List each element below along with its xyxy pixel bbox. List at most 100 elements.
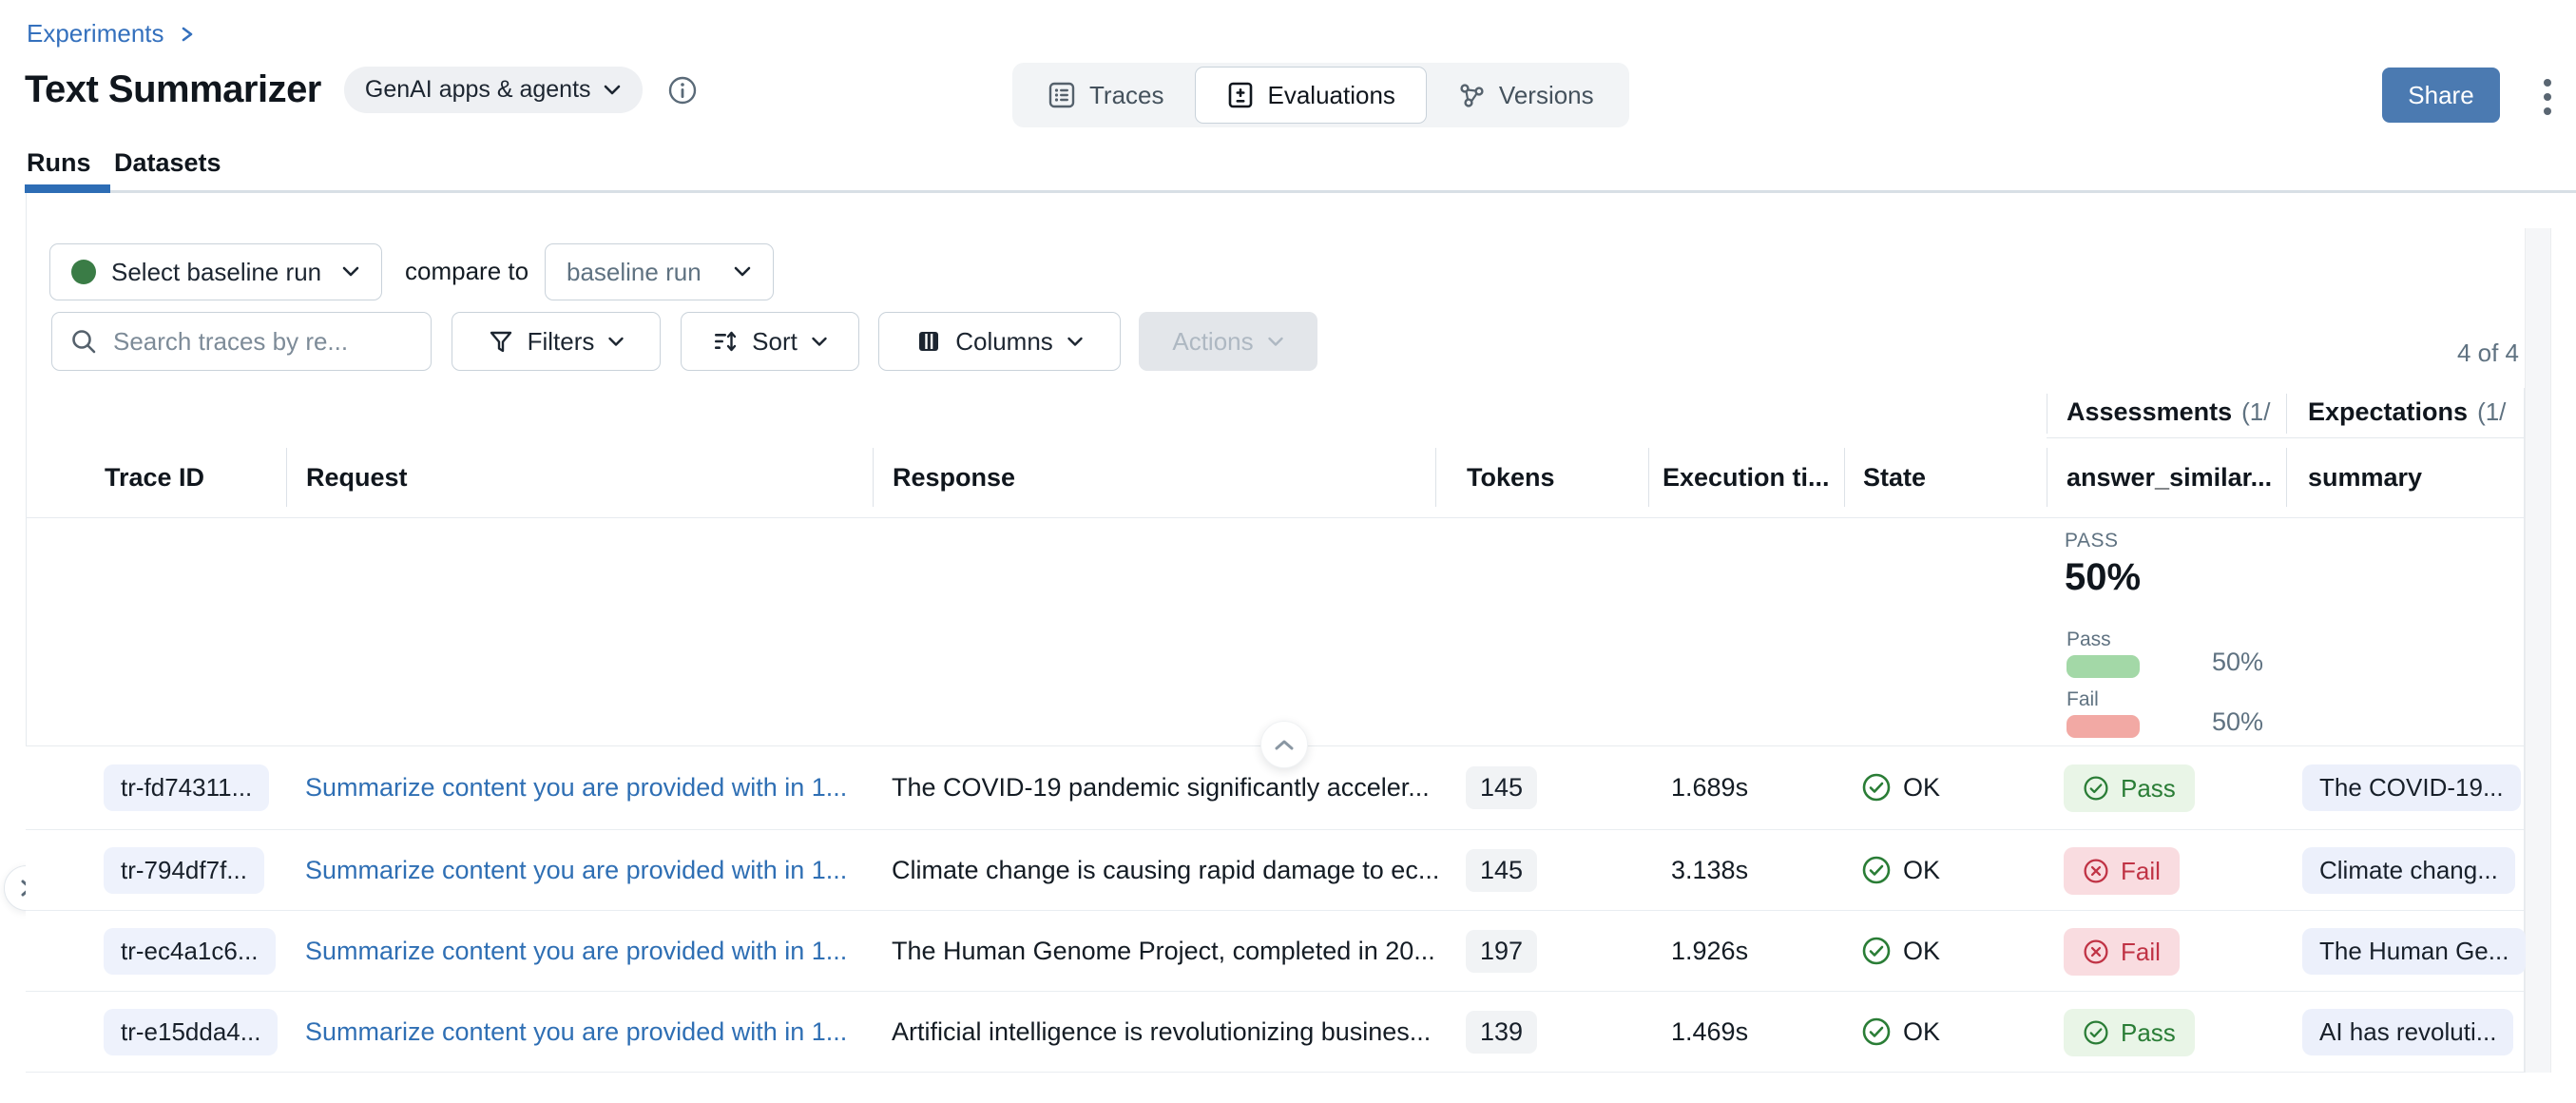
column-divider[interactable] (1844, 448, 1845, 507)
request-link[interactable]: Summarize content you are provided with … (305, 773, 847, 803)
tab-datasets[interactable]: Datasets (114, 148, 221, 178)
search-input[interactable] (111, 326, 413, 358)
pass-percentage: 50% (2212, 648, 2263, 677)
tokens-value: 197 (1466, 930, 1537, 973)
response-text: Climate change is causing rapid damage t… (892, 856, 1439, 885)
share-button[interactable]: Share (2382, 68, 2500, 123)
baseline-run-dropdown[interactable]: Select baseline run (49, 243, 382, 300)
pass-legend-label: Pass (2067, 629, 2111, 651)
state-cell: OK (1861, 936, 1940, 966)
table-header-row: Trace ID Request Response Tokens Executi… (26, 438, 2524, 518)
fail-legend-label: Fail (2067, 688, 2099, 711)
assessment-badge: Pass (2064, 1009, 2195, 1056)
aggregate-metric-value: 50% (2065, 556, 2141, 599)
col-header-execution-time[interactable]: Execution ti... (1663, 463, 1830, 493)
col-header-trace-id[interactable]: Trace ID (105, 463, 204, 493)
trace-id-link[interactable]: tr-ec4a1c6... (104, 928, 276, 975)
tokens-value: 145 (1466, 766, 1537, 809)
evaluations-label: Evaluations (1268, 81, 1395, 110)
compare-target-dropdown[interactable]: baseline run (545, 243, 774, 300)
request-link[interactable]: Summarize content you are provided with … (305, 937, 847, 966)
evaluations-icon (1226, 81, 1255, 109)
summary-value: The Human Ge... (2302, 928, 2526, 975)
x-circle-icon (2083, 858, 2109, 884)
chevron-down-icon (341, 265, 360, 279)
chevron-down-icon (603, 84, 622, 97)
column-divider[interactable] (1648, 448, 1649, 507)
sort-button[interactable]: Sort (681, 312, 859, 371)
trace-id-link[interactable]: tr-fd74311... (104, 764, 269, 811)
check-circle-icon (1861, 936, 1892, 966)
info-icon[interactable] (667, 75, 698, 106)
response-text: Artificial intelligence is revolutionizi… (892, 1017, 1431, 1047)
state-cell: OK (1861, 772, 1940, 803)
chevron-down-icon (1067, 336, 1084, 348)
columns-icon (915, 328, 942, 355)
assessment-badge: Fail (2064, 847, 2180, 895)
tab-traces[interactable]: Traces (1017, 68, 1195, 123)
response-text: The Human Genome Project, completed in 2… (892, 937, 1435, 966)
table-row[interactable]: tr-ec4a1c6... Summarize content you are … (26, 911, 2524, 992)
chevron-down-icon (733, 265, 752, 279)
request-link[interactable]: Summarize content you are provided with … (305, 856, 847, 885)
tab-versions[interactable]: Versions (1427, 68, 1624, 123)
col-header-request[interactable]: Request (306, 463, 408, 493)
col-header-summary[interactable]: summary (2308, 463, 2422, 493)
search-input-container (51, 312, 432, 371)
table-group-header: Assessments (1/ Expectations (1/ (26, 388, 2524, 438)
col-header-state[interactable]: State (1863, 463, 1926, 493)
fail-percentage: 50% (2212, 707, 2263, 737)
check-circle-icon (1861, 855, 1892, 885)
columns-button[interactable]: Columns (878, 312, 1121, 371)
compare-to-label: compare to (405, 257, 529, 286)
tab-evaluations[interactable]: Evaluations (1195, 67, 1427, 124)
execution-time-value: 1.689s (1671, 773, 1748, 803)
state-cell: OK (1861, 855, 1940, 885)
execution-time-value: 3.138s (1671, 856, 1748, 885)
col-header-tokens[interactable]: Tokens (1467, 463, 1555, 493)
state-cell: OK (1861, 1016, 1940, 1047)
group-header-assessments: Assessments (1/ (2067, 397, 2270, 427)
vertical-scrollbar[interactable] (2525, 228, 2551, 1073)
x-circle-icon (2083, 939, 2109, 965)
breadcrumb-experiments-link[interactable]: Experiments (27, 19, 164, 48)
request-link[interactable]: Summarize content you are provided with … (305, 1017, 847, 1047)
result-count: 4 of 4 (2329, 339, 2519, 368)
group-header-expectations: Expectations (1/ (2308, 397, 2506, 427)
chevron-down-icon (811, 336, 828, 348)
sort-icon (712, 328, 739, 355)
trace-id-link[interactable]: tr-e15dda4... (104, 1009, 278, 1055)
versions-label: Versions (1499, 81, 1594, 110)
kebab-menu-icon[interactable] (2525, 72, 2570, 122)
check-circle-icon (2083, 775, 2109, 802)
table-row[interactable]: tr-e15dda4... Summarize content you are … (26, 992, 2524, 1073)
execution-time-value: 1.926s (1671, 937, 1748, 966)
trace-id-link[interactable]: tr-794df7f... (104, 847, 264, 894)
summary-value: AI has revoluti... (2302, 1009, 2513, 1055)
share-label: Share (2408, 81, 2473, 110)
column-divider[interactable] (286, 448, 287, 507)
evaluations-page: Experiments Text Summarizer GenAI apps &… (0, 0, 2576, 1103)
col-header-response[interactable]: Response (893, 463, 1015, 493)
sort-label: Sort (752, 327, 798, 357)
tab-runs[interactable]: Runs (27, 148, 91, 178)
col-header-answer-similarity[interactable]: answer_similar... (2067, 463, 2272, 493)
column-divider[interactable] (873, 448, 874, 507)
summary-value: Climate chang... (2302, 847, 2515, 894)
breadcrumb: Experiments (27, 19, 195, 48)
active-tab-indicator (25, 184, 110, 193)
check-circle-icon (2083, 1019, 2109, 1046)
experiment-type-dropdown[interactable]: GenAI apps & agents (344, 67, 643, 113)
aggregate-metric-label: PASS (2065, 530, 2118, 552)
baseline-status-dot-icon (71, 260, 96, 284)
filter-funnel-icon (488, 328, 514, 355)
collapse-summary-button[interactable] (1260, 721, 1308, 768)
filters-button[interactable]: Filters (452, 312, 661, 371)
traces-icon (1048, 81, 1076, 109)
column-divider[interactable] (1435, 448, 1436, 507)
column-divider[interactable] (2286, 448, 2287, 507)
actions-button[interactable]: Actions (1139, 312, 1317, 371)
table-row[interactable]: tr-794df7f... Summarize content you are … (26, 830, 2524, 911)
chevron-down-icon (1267, 336, 1284, 348)
compare-target-label: baseline run (567, 258, 702, 287)
